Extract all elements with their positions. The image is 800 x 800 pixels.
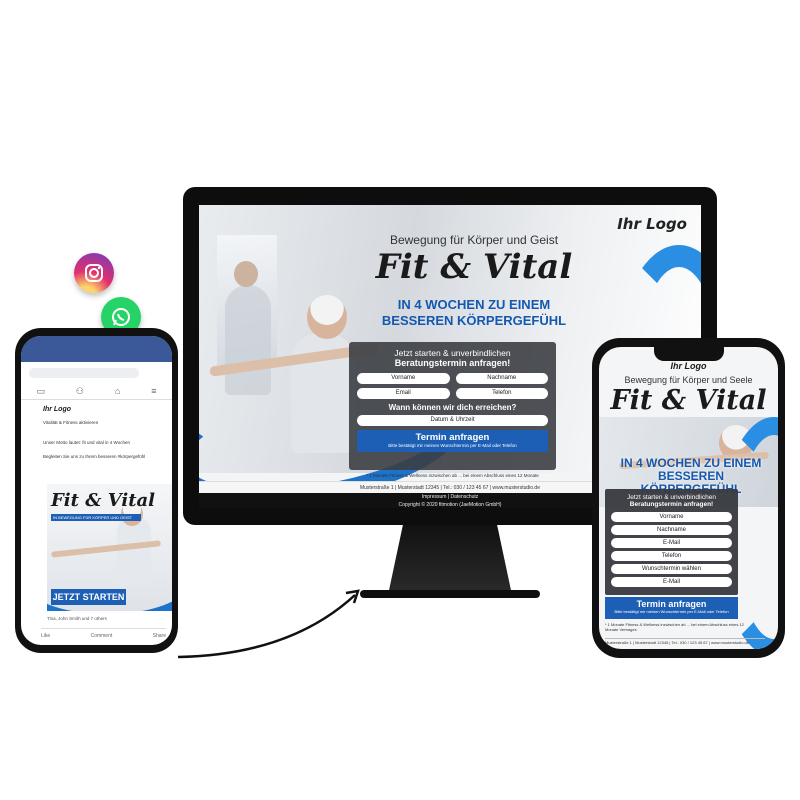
appointment-select[interactable]: Wunschtermin wählen: [611, 564, 732, 574]
form-subheading: Beratungstermin anfragen!: [629, 501, 714, 508]
home-icon[interactable]: ▭: [36, 382, 45, 399]
photo-man: [225, 285, 271, 395]
page-footer: Musterstraße 1 | Musterstadt 12345 | Tel…: [605, 638, 765, 645]
phone-field[interactable]: Telefon: [611, 551, 732, 561]
footer-copyright: Copyright © 2020 fitmotion (JaeMotion Gm…: [398, 502, 502, 508]
phone-field[interactable]: Telefon: [455, 388, 548, 399]
comment-button[interactable]: Comment: [91, 633, 113, 639]
fine-print: * 1 Monate Fitness & Wellness inzwischen…: [366, 473, 539, 478]
facebook-top-bar: [21, 336, 172, 362]
email-field[interactable]: Email: [357, 388, 450, 399]
post-actions: Like Comment Share: [41, 628, 166, 639]
ad-title: Fit & Vital: [51, 490, 156, 511]
mobile-landing-page: Ihr Logo Bewegung für Körper und Seele F…: [599, 347, 778, 649]
request-appointment-button[interactable]: Termin anfragen Bitte bestätigt mir mein…: [357, 430, 548, 452]
page-title: Fit & Vital: [375, 247, 573, 287]
photo-woman-head: [307, 295, 347, 339]
phone-notch: [654, 347, 724, 361]
cta-note: Bitte bestätigt mir meinen Wunschtermin …: [614, 609, 729, 614]
claim-line-2: BESSEREN KÖRPERGEFÜHL: [381, 313, 567, 328]
cta-label: Termin anfragen: [415, 432, 490, 443]
like-button[interactable]: Like: [41, 633, 50, 639]
contact-form: Jetzt starten & unverbindlichen Beratung…: [349, 342, 556, 470]
facebook-feed: ▭ ⚇ ⌂ ≡ Ihr Logo Vitalität & Fitness akt…: [21, 336, 172, 645]
page-subtitle: Bewegung für Körper und Geist: [389, 233, 559, 247]
form-question: Wann können wir dich erreichen?: [388, 403, 517, 412]
notifications-icon[interactable]: ⌂: [115, 382, 120, 399]
post-text-2: Unser Motto lautet: fit und vital in 4 W…: [43, 440, 130, 445]
form-heading: Jetzt starten & unverbindlichen: [394, 348, 511, 358]
datetime-field[interactable]: Datum & Uhrzeit: [357, 415, 548, 426]
photo-man-head: [234, 261, 258, 287]
form-subheading: Beratungstermin anfragen!: [394, 358, 511, 368]
reactions-summary[interactable]: Tina, John Smith und 7 others: [47, 616, 107, 621]
footer-links[interactable]: Impressum | Datenschutz: [422, 494, 479, 500]
first-name-field[interactable]: Vorname: [357, 373, 450, 384]
claim-line-1: IN 4 WOCHEN ZU EINEM: [397, 297, 551, 312]
fine-print: * 1 Monate Fitness & Wellness inzwischen…: [605, 622, 744, 632]
cta-label: Termin anfragen: [636, 599, 707, 609]
ad-creative[interactable]: Fit & Vital IN BEWEGUNG FÜR KÖRPER UND G…: [47, 484, 172, 611]
instagram-icon[interactable]: [74, 253, 114, 293]
monitor-stand: [388, 525, 512, 595]
post-author[interactable]: Ihr Logo: [43, 406, 71, 413]
cta-note: Bitte bestätigt mir meinen Wunschtermin …: [388, 443, 517, 448]
logo[interactable]: Ihr Logo: [599, 361, 778, 371]
monitor-base: [360, 590, 540, 598]
facebook-phone: ▭ ⚇ ⌂ ≡ Ihr Logo Vitalität & Fitness akt…: [15, 328, 178, 653]
email-field[interactable]: E-Mail: [611, 538, 732, 548]
post-text-3: Begleiten Sie uns zu Ihrem besseren #kör…: [43, 454, 146, 459]
headline-claim: IN 4 WOCHEN ZU EINEM BESSEREN KÖRPERGEFÜ…: [349, 297, 599, 329]
last-name-field[interactable]: Nachname: [611, 525, 732, 535]
form-heading: Jetzt starten & unverbindlichen: [627, 494, 716, 501]
ad-photo-woman: [117, 516, 151, 586]
post-text-1: Vitalität & Fitness aktivieren: [43, 420, 99, 425]
start-now-button[interactable]: JETZT STARTEN: [51, 589, 126, 605]
contact-form: Jetzt starten & unverbindlichen Beratung…: [605, 489, 738, 595]
email-field-2[interactable]: E-Mail: [611, 577, 732, 587]
last-name-field[interactable]: Nachname: [455, 373, 548, 384]
share-button[interactable]: Share: [153, 633, 166, 639]
page-title: Fit & Vital: [610, 385, 767, 416]
mobile-phone: Ihr Logo Bewegung für Körper und Seele F…: [592, 338, 785, 658]
request-appointment-button[interactable]: Termin anfragen Bitte bestätigt mir mein…: [605, 597, 738, 619]
curved-arrow-icon: [177, 589, 360, 659]
first-name-field[interactable]: Vorname: [611, 512, 732, 522]
logo[interactable]: Ihr Logo: [617, 215, 687, 233]
page-subtitle: Bewegung für Körper und Seele: [624, 375, 753, 385]
menu-icon[interactable]: ≡: [151, 382, 156, 399]
friends-icon[interactable]: ⚇: [76, 382, 84, 399]
ad-claim: IN BEWEGUNG FÜR KÖRPER UND GEIST: [51, 514, 141, 521]
facebook-nav: ▭ ⚇ ⌂ ≡: [21, 382, 172, 400]
search-input[interactable]: [29, 368, 139, 378]
